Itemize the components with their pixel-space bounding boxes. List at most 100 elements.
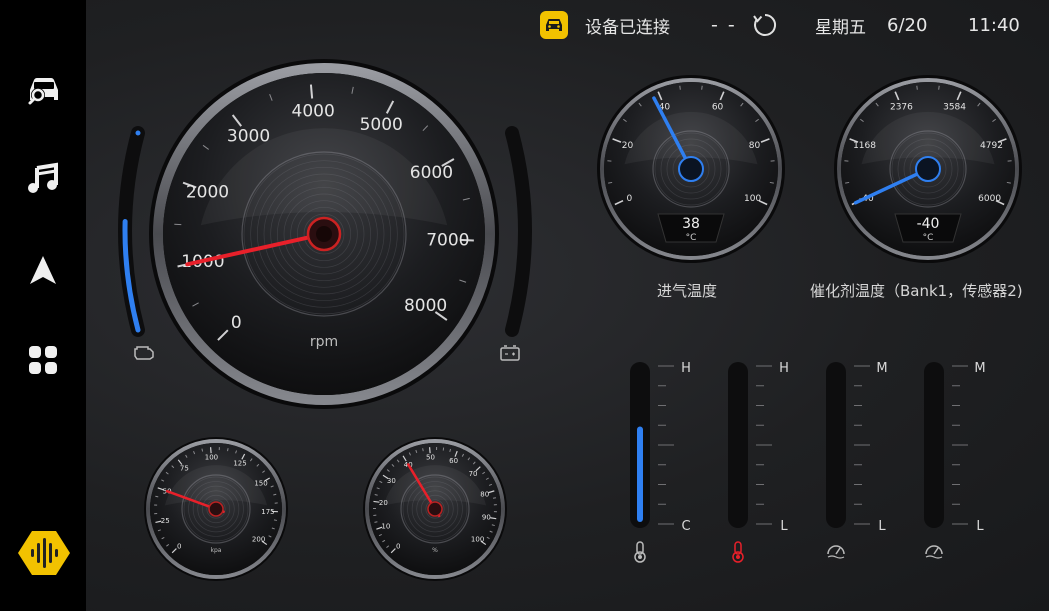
gauge-tick-label: 100 bbox=[471, 535, 484, 543]
sidebar-item-apps[interactable] bbox=[21, 338, 65, 382]
voice-assistant-icon bbox=[18, 531, 70, 575]
gauge-tick-label: 8000 bbox=[404, 296, 447, 316]
meter-bottom-label: L bbox=[780, 519, 788, 534]
temp-value: 38 bbox=[682, 216, 700, 232]
navigation-icon bbox=[30, 256, 56, 284]
gauge-hub bbox=[915, 156, 941, 182]
gauge-hub bbox=[208, 501, 224, 517]
gauge-tick-label: 20 bbox=[622, 141, 634, 151]
gauge-minor-tick bbox=[492, 497, 497, 499]
right-level-bar bbox=[505, 126, 532, 337]
percent-gauge: 0102030405060708090100% bbox=[363, 437, 507, 581]
meter-fill bbox=[637, 426, 643, 522]
gauge-minor-tick bbox=[916, 85, 918, 90]
gauge-minor-tick bbox=[273, 519, 278, 521]
gauge-tick-label: 100 bbox=[205, 454, 218, 462]
gauge-tick-label: 75 bbox=[180, 464, 189, 472]
gauge-unit-label: % bbox=[432, 547, 438, 554]
gauge-tick-label: 80 bbox=[480, 490, 489, 498]
meter-top-label: M bbox=[876, 361, 887, 376]
car-connected-icon bbox=[540, 11, 568, 39]
sidebar-item-music[interactable] bbox=[21, 156, 65, 200]
gauge-tick-label: 100 bbox=[744, 194, 761, 204]
gauge-tick-label: 6000 bbox=[978, 194, 1001, 204]
temp-value: -40 bbox=[917, 216, 940, 232]
connection-text: 设备已连接 bbox=[585, 17, 670, 38]
apps-grid-icon bbox=[29, 346, 57, 374]
gauge-tick-label: 175 bbox=[261, 508, 274, 516]
gauge-tick-label: 60 bbox=[712, 103, 724, 113]
gauge-minor-tick bbox=[608, 181, 613, 184]
catalyst-temp-gauge: -4011682376358447926000-40°C bbox=[834, 75, 1022, 263]
gauge-minor-tick bbox=[227, 448, 229, 452]
temp-unit: °C bbox=[923, 233, 934, 243]
gauge-minor-tick bbox=[374, 521, 378, 523]
gauge-minor-tick bbox=[769, 181, 774, 184]
gauge-minor-tick bbox=[938, 85, 940, 90]
sidebar-item-car-diagnostics[interactable] bbox=[21, 68, 65, 112]
meter-track bbox=[728, 362, 748, 528]
meter-track bbox=[826, 362, 846, 528]
car-diagnostic-icon bbox=[28, 78, 58, 105]
gauge-minor-tick bbox=[679, 85, 681, 90]
rpm-unit-label: rpm bbox=[310, 334, 338, 350]
gauge-tick-label: 0 bbox=[231, 313, 242, 333]
gauge-minor-tick bbox=[155, 495, 159, 498]
oil-temp-icon bbox=[732, 541, 744, 563]
gauge-tick-label: 4792 bbox=[980, 141, 1003, 151]
gauge-minor-tick bbox=[845, 181, 850, 184]
gauge-tick-label: 10 bbox=[381, 522, 390, 530]
gauge-tick-label: 0 bbox=[627, 194, 633, 204]
gauge-tick-label: 1168 bbox=[853, 141, 876, 151]
gauge-hub bbox=[678, 156, 704, 182]
gauge-tick-label: 200 bbox=[252, 535, 265, 543]
gauge-tick-label: 0 bbox=[177, 542, 181, 550]
gauge-tick-label: 125 bbox=[233, 459, 246, 467]
meter-top-label: H bbox=[681, 361, 691, 376]
left-level-bar bbox=[118, 126, 145, 337]
gauge-tick-label: 3584 bbox=[943, 103, 966, 113]
signal-dashes: - - bbox=[711, 14, 737, 36]
gauge-minor-tick bbox=[273, 493, 277, 496]
refresh-icon bbox=[753, 13, 777, 36]
sidebar-item-navigation[interactable] bbox=[21, 248, 65, 292]
gauge-tick-label: 30 bbox=[387, 477, 396, 485]
voice-assistant-button[interactable] bbox=[16, 528, 72, 578]
catalyst-temp-label: 催化剂温度（Bank1，传感器2) bbox=[810, 282, 1023, 300]
gauge-hub-center bbox=[316, 226, 332, 242]
kpa-gauge: 0255075100125150175200kpa bbox=[144, 437, 288, 581]
gauge-tick-label: 4000 bbox=[292, 102, 335, 122]
battery-icon bbox=[500, 345, 520, 361]
clock: 11:40 bbox=[968, 14, 1020, 36]
gauge-tick-label: 20 bbox=[379, 499, 388, 507]
gauge-tick-label: 7000 bbox=[426, 231, 469, 251]
refresh-button[interactable] bbox=[752, 10, 778, 40]
temp-unit: °C bbox=[686, 233, 697, 243]
meter-top-label: H bbox=[779, 361, 789, 376]
gauge-tick-label: 90 bbox=[482, 514, 491, 522]
gauge-major-tick bbox=[428, 447, 431, 454]
gauge-icon bbox=[925, 545, 943, 559]
gauge-tick-label: 5000 bbox=[360, 115, 403, 135]
gauge-icon bbox=[827, 545, 845, 559]
coolant-temp-icon bbox=[634, 541, 646, 563]
intake-temp-gauge: 02040 608010038°C bbox=[597, 75, 785, 263]
gauge-minor-tick bbox=[201, 448, 204, 452]
gauge-tick-label: 60 bbox=[449, 457, 458, 465]
intake-temp-label: 进气温度 bbox=[657, 282, 718, 300]
date: 6/20 bbox=[887, 14, 928, 36]
meter-top-label: M bbox=[974, 361, 985, 376]
vertical-meters: H C H L M L M L bbox=[630, 361, 986, 563]
rpm-gauge: 010002000300040005000600070008000rpm bbox=[149, 59, 499, 409]
music-icon bbox=[28, 162, 58, 193]
gauge-minor-tick bbox=[374, 494, 378, 496]
gauge-tick-label: 2376 bbox=[890, 103, 913, 113]
connection-status[interactable]: 设备已连接 bbox=[539, 10, 670, 40]
gauge-major-tick bbox=[209, 447, 212, 454]
gauge-unit-label: kpa bbox=[211, 547, 222, 554]
gauge-tick-label: 80 bbox=[749, 141, 761, 151]
weekday: 星期五 bbox=[815, 17, 866, 38]
meter-bottom-label: L bbox=[878, 519, 886, 534]
gauge-minor-tick bbox=[422, 448, 424, 452]
meter-bottom-label: C bbox=[681, 519, 690, 534]
